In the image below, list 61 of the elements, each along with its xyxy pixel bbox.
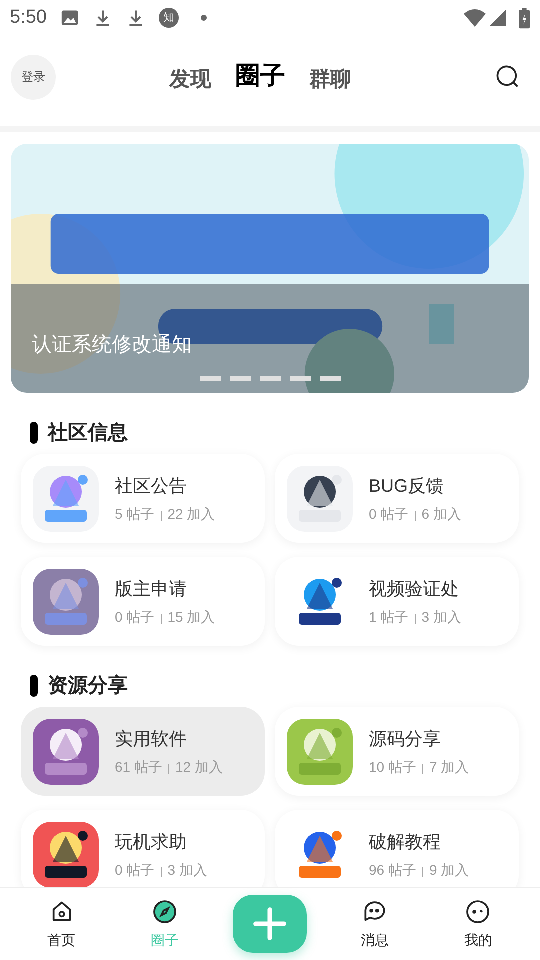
group-name: 玩机求助 xyxy=(115,830,188,854)
nav-tab[interactable]: 我的 xyxy=(443,898,514,950)
member-count: 22 加入 xyxy=(168,504,216,524)
post-count: 5 帖子 xyxy=(115,504,155,524)
member-count: 3 加入 xyxy=(422,608,462,626)
group-name: 社区公告 xyxy=(115,474,188,498)
post-count: 0 帖子 xyxy=(115,860,155,880)
section-title: 资源分享 xyxy=(48,674,128,699)
post-count: 10 帖子 xyxy=(369,758,416,776)
member-count: 12 加入 xyxy=(175,758,223,776)
group-card[interactable]: BUG反馈 0 帖子 6 加入 xyxy=(275,454,519,543)
carousel-indicator[interactable] xyxy=(230,376,250,381)
header-tab[interactable]: 发现 xyxy=(170,64,212,96)
group-card[interactable]: 视频验证处 1 帖子 3 加入 xyxy=(275,557,519,646)
post-count: 0 帖子 xyxy=(369,504,409,524)
post-count: 61 帖子 xyxy=(115,758,162,776)
login-button[interactable]: 登录 xyxy=(11,54,56,100)
group-card[interactable]: 源码分享 10 帖子 7 加入 xyxy=(275,707,519,796)
nav-tab[interactable]: 消息 xyxy=(340,898,410,950)
search-icon[interactable] xyxy=(495,64,521,90)
post-count: 96 帖子 xyxy=(369,860,416,880)
post-count: 1 帖子 xyxy=(369,608,409,626)
status-time: 5:50 xyxy=(10,6,47,30)
member-count: 3 加入 xyxy=(168,860,208,880)
group-card[interactable]: 玩机求助 0 帖子 3 加入 xyxy=(21,810,265,887)
group-card[interactable]: 破解教程 96 帖子 9 加入 xyxy=(275,810,519,887)
nav-tab[interactable]: 首页 xyxy=(26,898,97,950)
header-tab[interactable]: 群聊 xyxy=(310,64,352,96)
group-name: 版主申请 xyxy=(115,578,188,600)
image-icon xyxy=(60,9,79,27)
plus-icon xyxy=(252,907,287,941)
group-name: 实用软件 xyxy=(115,728,188,750)
section-marker xyxy=(30,675,38,697)
member-count: 9 加入 xyxy=(429,860,470,880)
carousel-indicator[interactable] xyxy=(260,376,280,381)
carousel-indicator[interactable] xyxy=(320,376,340,381)
member-count: 7 加入 xyxy=(429,758,470,776)
member-count: 15 加入 xyxy=(168,608,216,626)
group-name: 视频验证处 xyxy=(369,578,460,600)
group-name: BUG反馈 xyxy=(369,474,446,498)
section-marker xyxy=(30,422,38,444)
group-name: 破解教程 xyxy=(369,830,442,854)
group-card[interactable]: 社区公告 5 帖子 22 加入 xyxy=(21,454,265,543)
signal-icon xyxy=(489,9,507,27)
section-title: 社区信息 xyxy=(48,421,128,446)
carousel-indicator[interactable] xyxy=(290,376,310,381)
carousel-indicator[interactable] xyxy=(200,376,220,381)
battery-icon xyxy=(519,8,530,28)
header-tab[interactable]: 圈子 xyxy=(236,58,286,96)
add-button[interactable] xyxy=(232,895,307,953)
face-icon xyxy=(464,898,492,926)
group-card[interactable]: 版主申请 0 帖子 15 加入 xyxy=(21,557,265,646)
post-count: 0 帖子 xyxy=(115,608,155,626)
group-card[interactable]: 实用软件 61 帖子 12 加入 xyxy=(21,707,265,796)
notification-badge: 知 xyxy=(158,8,179,28)
member-count: 6 加入 xyxy=(422,504,462,524)
download-icon xyxy=(94,8,112,28)
wifi-icon xyxy=(463,8,487,28)
download-icon xyxy=(126,8,145,28)
compass-icon xyxy=(150,898,179,926)
group-name: 源码分享 xyxy=(369,728,442,750)
